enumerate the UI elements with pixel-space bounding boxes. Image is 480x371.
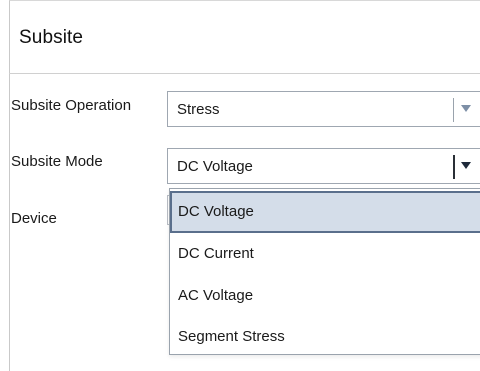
subsite-mode-dropdown: DC Voltage DC Current AC Voltage Segment…: [169, 188, 480, 355]
subsite-mode-label: Subsite Mode: [11, 153, 103, 170]
chevron-down-icon: [461, 105, 471, 112]
option-label: Segment Stress: [178, 328, 285, 345]
panel-title: Subsite: [19, 27, 84, 48]
select-separator: [453, 155, 455, 179]
subsite-mode-value: DC Voltage: [177, 158, 253, 175]
dropdown-option-segment-stress[interactable]: Segment Stress: [170, 316, 480, 358]
title-divider: [9, 73, 480, 74]
select-separator: [453, 98, 454, 122]
subsite-operation-value: Stress: [177, 101, 220, 118]
dropdown-option-dc-voltage[interactable]: DC Voltage: [170, 191, 480, 233]
option-label: DC Current: [178, 245, 254, 262]
subsite-operation-select[interactable]: Stress: [167, 91, 480, 127]
dropdown-option-ac-voltage[interactable]: AC Voltage: [170, 275, 480, 317]
chevron-down-icon: [461, 162, 471, 169]
option-label: AC Voltage: [178, 287, 254, 304]
option-label: DC Voltage: [178, 203, 254, 220]
device-label: Device: [11, 210, 57, 227]
subsite-mode-select[interactable]: DC Voltage: [167, 148, 480, 184]
dropdown-option-dc-current[interactable]: DC Current: [170, 233, 480, 275]
subsite-operation-label: Subsite Operation: [11, 97, 132, 114]
